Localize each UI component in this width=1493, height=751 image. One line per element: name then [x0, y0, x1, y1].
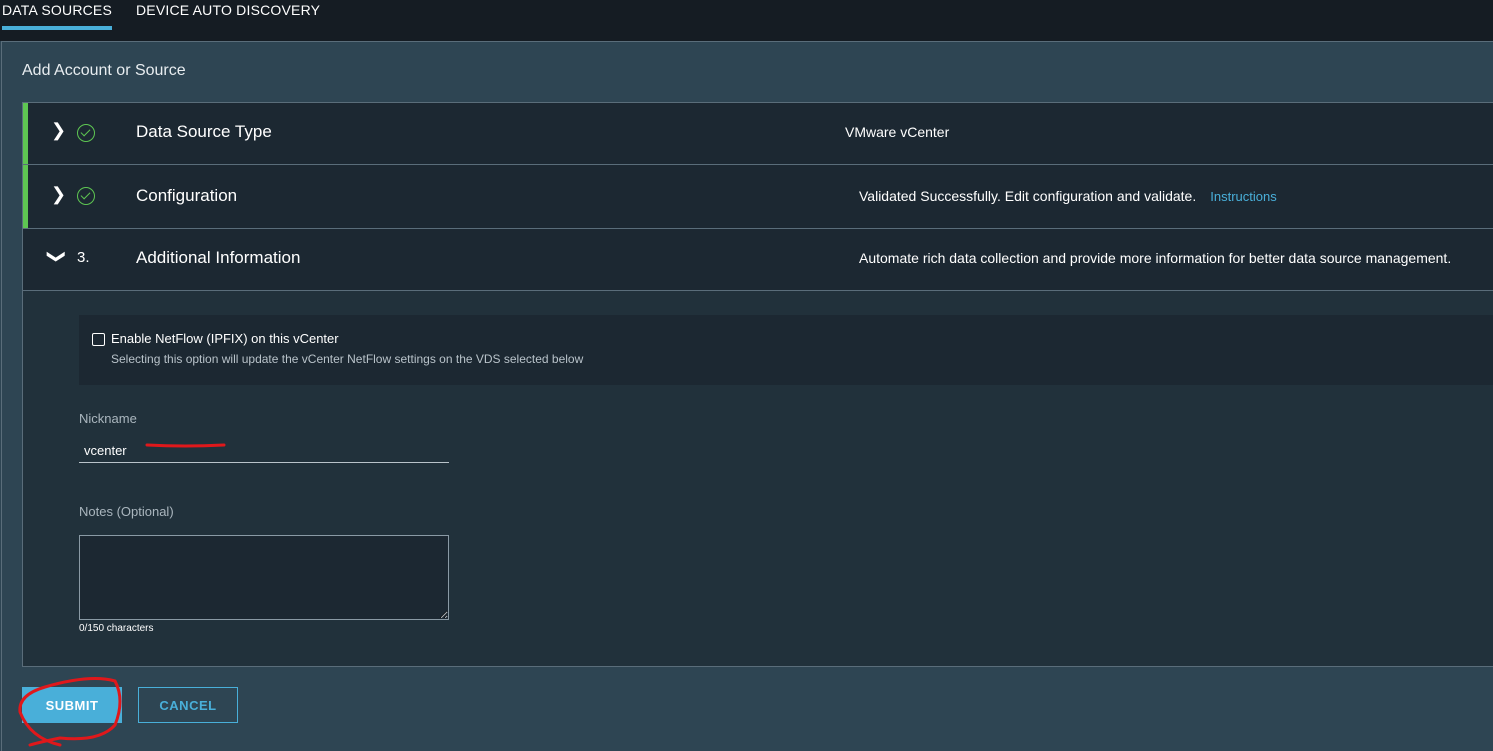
nickname-input[interactable] [79, 439, 449, 463]
stepper-accordion: ❯ Data Source Type VMware vCenter ❯ Conf… [22, 102, 1493, 667]
tab-data-sources[interactable]: DATA SOURCES [2, 2, 113, 30]
tab-device-auto-discovery[interactable]: DEVICE AUTO DISCOVERY [136, 2, 320, 18]
step-summary: Validated Successfully. Edit configurati… [859, 188, 1197, 204]
chevron-right-icon[interactable]: ❯ [51, 184, 66, 205]
check-circle-icon [77, 124, 95, 142]
chevron-down-icon[interactable]: ❯ [46, 249, 67, 264]
netflow-help: Selecting this option will update the vC… [111, 352, 584, 366]
step-additional-information[interactable]: ❯ 3. Additional Information Automate ric… [23, 229, 1493, 291]
notes-char-counter: 0/150 characters [79, 623, 154, 634]
step-title: Additional Information [136, 248, 301, 267]
nickname-label: Nickname [79, 411, 137, 426]
submit-button[interactable]: SUBMIT [22, 687, 122, 723]
cancel-button[interactable]: CANCEL [138, 687, 238, 723]
notes-label: Notes (Optional) [79, 504, 174, 519]
step-summary: Automate rich data collection and provid… [859, 250, 1452, 266]
step-data-source-type[interactable]: ❯ Data Source Type VMware vCenter [23, 103, 1493, 165]
netflow-option: Enable NetFlow (IPFIX) on this vCenter S… [79, 315, 1493, 385]
check-circle-icon [77, 187, 95, 205]
step-title: Data Source Type [136, 122, 272, 141]
netflow-label[interactable]: Enable NetFlow (IPFIX) on this vCenter [111, 331, 339, 346]
instructions-link[interactable]: Instructions [1210, 189, 1276, 204]
page-title: Add Account or Source [22, 62, 186, 79]
step-summary: VMware vCenter [845, 124, 950, 140]
step-status-bar [23, 165, 28, 228]
step-configuration[interactable]: ❯ Configuration Validated Successfully. … [23, 165, 1493, 229]
notes-textarea[interactable] [79, 535, 449, 620]
step-title: Configuration [136, 186, 238, 205]
step-status-bar [23, 103, 28, 164]
top-tabs: DATA SOURCES DEVICE AUTO DISCOVERY [0, 0, 1493, 41]
chevron-right-icon[interactable]: ❯ [51, 120, 66, 141]
step-number: 3. [77, 249, 90, 266]
netflow-checkbox[interactable] [92, 333, 105, 346]
